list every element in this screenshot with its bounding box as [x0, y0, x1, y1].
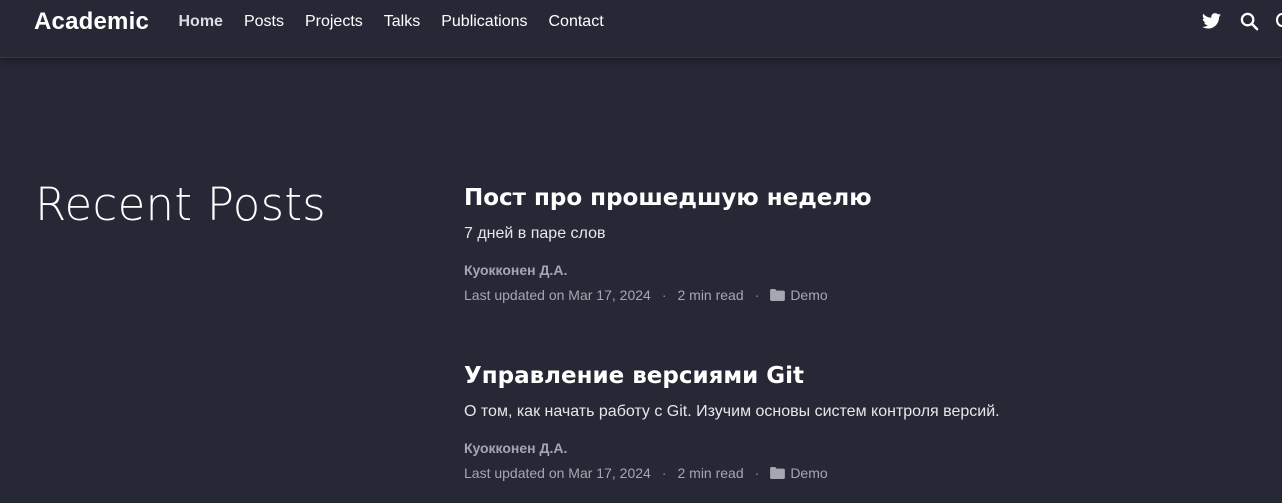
- nav-links: Home Posts Projects Talks Publications C…: [168, 0, 614, 43]
- post-meta: Last updated on Mar 17, 2024 · 2 min rea…: [464, 464, 1224, 482]
- post-title[interactable]: Пост про прошедшую неделю: [464, 184, 1224, 212]
- theme-toggle-icon[interactable]: [1276, 13, 1282, 27]
- twitter-icon[interactable]: [1201, 11, 1221, 31]
- meta-separator: ·: [754, 465, 760, 481]
- folder-icon: [770, 467, 786, 479]
- post-updated-date: Last updated on Mar 17, 2024: [464, 287, 651, 303]
- nav-link-publications[interactable]: Publications: [431, 13, 538, 31]
- section-title: Recent Posts: [35, 178, 327, 231]
- nav-link-posts[interactable]: Posts: [233, 13, 294, 31]
- nav-icons: [1201, 11, 1277, 31]
- post-meta: Last updated on Mar 17, 2024 · 2 min rea…: [464, 286, 1224, 304]
- post-item: Пост про прошедшую неделю 7 дней в паре …: [464, 184, 1224, 304]
- post-item: Управление версиями Git О том, как начат…: [464, 362, 1224, 482]
- top-navbar: Academic Home Posts Projects Talks Publi…: [0, 0, 1282, 58]
- post-author[interactable]: Куокконен Д.А.: [464, 261, 1224, 279]
- nav-link-talks[interactable]: Talks: [373, 13, 430, 31]
- nav-link-home[interactable]: Home: [168, 13, 233, 31]
- post-summary: О том, как начать работу с Git. Изучим о…: [464, 403, 1000, 420]
- post-updated-date: Last updated on Mar 17, 2024: [464, 465, 651, 481]
- meta-separator: ·: [661, 465, 667, 481]
- meta-separator: ·: [754, 287, 760, 303]
- post-category-link[interactable]: Demo: [790, 464, 827, 482]
- post-summary: 7 дней в паре слов: [464, 225, 606, 242]
- post-read-time: 2 min read: [677, 287, 744, 303]
- post-category-link[interactable]: Demo: [790, 286, 827, 304]
- nav-link-projects[interactable]: Projects: [294, 13, 373, 31]
- post-author[interactable]: Куокконен Д.А.: [464, 439, 1224, 457]
- meta-separator: ·: [661, 287, 667, 303]
- post-read-time: 2 min read: [677, 465, 744, 481]
- post-title[interactable]: Управление версиями Git: [464, 362, 1224, 390]
- folder-icon: [770, 289, 786, 301]
- search-icon[interactable]: [1239, 11, 1259, 31]
- site-brand[interactable]: Academic: [34, 8, 149, 36]
- nav-link-contact[interactable]: Contact: [538, 13, 614, 31]
